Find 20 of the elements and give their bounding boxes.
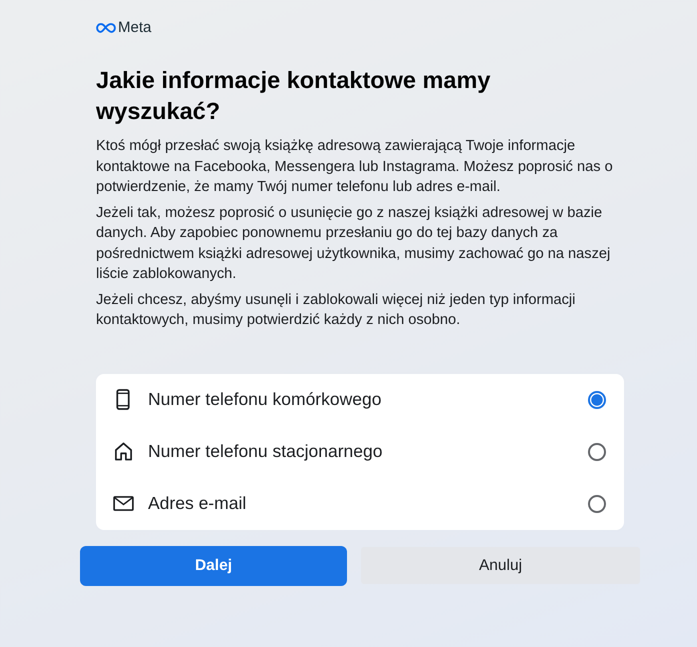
option-row[interactable]: Numer telefonu stacjonarnego: [96, 426, 624, 478]
option-row[interactable]: Numer telefonu komórkowego: [96, 374, 624, 426]
option-label: Numer telefonu stacjonarnego: [148, 441, 384, 462]
radio-button[interactable]: [588, 390, 606, 408]
radio-button[interactable]: [588, 494, 606, 512]
description-paragraph: Jeżeli tak, możesz poprosić o usunięcie go z naszej książki adresowej w bazie danych. Aby zapobiec ponownemu przesłaniu go do tej bazy danych za pośrednictwem książki adresowej użytkownika, musimy zachować go na naszej liście zablokowanych.: [96, 204, 612, 284]
house-icon: [114, 442, 132, 461]
page-heading: Jakie informacje kontaktowe mamy wyszukać?: [96, 66, 492, 126]
option-label: Numer telefonu komórkowego: [148, 389, 382, 410]
infinity-logo-icon: [96, 23, 116, 33]
option-label: Adres e-mail: [148, 493, 248, 514]
next-button[interactable]: Dalej: [80, 546, 347, 586]
option-row[interactable]: Adres e-mail: [96, 478, 624, 530]
description-paragraph: Jeżeli chcesz, abyśmy usunęli i zablokowali więcej niż jeden typ informacji kontaktowych, musimy potwierdzić każdy z nich osobno.: [96, 290, 576, 330]
description-paragraph: Ktoś mógł przesłać swoją książkę adresową zawierającą Twoje informacje kontaktowe na Facebooka, Messengera lub Instagrama. Możesz poprosić nas o potwierdzenie, że mamy Twój numer telefonu lub adres e-mail.: [96, 137, 614, 197]
radio-button[interactable]: [588, 442, 606, 460]
logo-text: Meta: [118, 19, 152, 37]
cancel-button[interactable]: Anuluj: [361, 547, 640, 584]
envelope-icon: [112, 496, 134, 511]
phone-icon: [116, 389, 130, 410]
